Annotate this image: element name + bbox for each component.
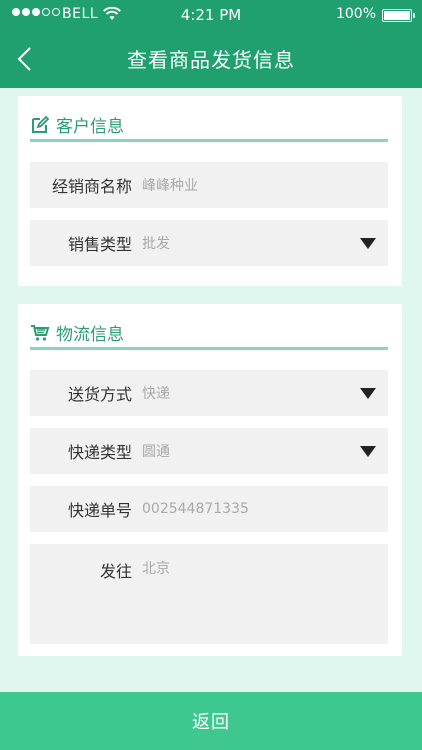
destination-field[interactable]: 发往 北京 xyxy=(30,544,388,644)
page-title: 查看商品发货信息 xyxy=(127,48,295,72)
field-value: 圆通 xyxy=(142,444,170,460)
delivery-method-select[interactable]: 送货方式 快递 xyxy=(30,370,388,416)
field-value: 北京 xyxy=(142,561,170,577)
logistics-info-card: 物流信息 送货方式 快递 快递类型 圆通 快递单号 002544871335 发… xyxy=(18,304,402,656)
battery-icon xyxy=(382,9,415,22)
status-bar: BELL 4:21 PM 100% xyxy=(0,0,422,32)
return-button[interactable]: 返回 xyxy=(0,692,422,750)
navigation-bar: 查看商品发货信息 xyxy=(0,32,422,88)
section-title: 物流信息 xyxy=(56,325,124,345)
field-label: 快递类型 xyxy=(67,443,132,462)
field-value: 峰峰种业 xyxy=(142,178,198,194)
field-label: 送货方式 xyxy=(67,385,132,404)
top-bar: BELL 4:21 PM 100% 查看商品发货信息 xyxy=(0,0,422,88)
customer-info-card: 客户信息 经销商名称 峰峰种业 销售类型 批发 xyxy=(18,96,402,286)
field-label: 发往 xyxy=(99,562,132,581)
battery-percentage: 100% xyxy=(335,6,376,22)
sales-type-select[interactable]: 销售类型 批发 xyxy=(30,220,388,266)
field-value: 快递 xyxy=(142,386,170,402)
logistics-info-header: 物流信息 xyxy=(30,318,388,350)
caret-down-icon xyxy=(360,387,376,399)
field-label: 销售类型 xyxy=(67,235,132,254)
field-label: 快递单号 xyxy=(67,501,132,520)
express-type-select[interactable]: 快递类型 圆通 xyxy=(30,428,388,474)
field-value: 002544871335 xyxy=(142,501,249,517)
field-label: 经销商名称 xyxy=(51,177,132,196)
dealer-name-field[interactable]: 经销商名称 峰峰种业 xyxy=(30,162,388,208)
cart-icon xyxy=(31,324,50,341)
customer-info-header: 客户信息 xyxy=(30,110,388,142)
caret-down-icon xyxy=(360,237,376,249)
field-value: 批发 xyxy=(142,236,170,252)
edit-icon xyxy=(32,115,50,133)
caret-down-icon xyxy=(360,445,376,457)
section-title: 客户信息 xyxy=(56,117,124,137)
tracking-number-field[interactable]: 快递单号 002544871335 xyxy=(30,486,388,532)
